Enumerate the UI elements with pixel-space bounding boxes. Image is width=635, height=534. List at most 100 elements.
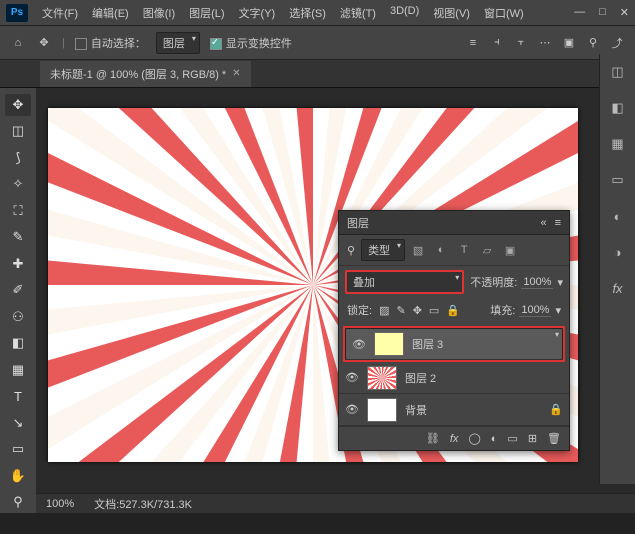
layer-item[interactable]: 👁 图层 3 [345, 328, 563, 360]
visibility-icon[interactable]: 👁 [345, 403, 359, 416]
hand-tool[interactable]: ✋ [5, 465, 31, 487]
close-icon[interactable]: ✕ [232, 68, 240, 79]
layers-panel: 图层 «≡ ⚲ 类型 ▧ ◐ T ▱ ▣ 叠加 不透明度:100%▾ ↘ 锁定:… [338, 210, 570, 451]
fx-icon[interactable]: fx [608, 278, 628, 298]
align-icon[interactable]: ⫟ [513, 35, 529, 51]
gradient-tool[interactable]: ▦ [5, 359, 31, 381]
eraser-tool[interactable]: ◧ [5, 333, 31, 355]
link-icon[interactable]: ⛓ [426, 432, 440, 445]
document-tabs: 未标题-1 @ 100% (图层 3, RGB/8) * ✕ [0, 60, 635, 88]
menu-bar: Ps 文件(F) 编辑(E) 图像(I) 图层(L) 文字(Y) 选择(S) 滤… [0, 0, 635, 26]
properties-icon[interactable]: ◑ [608, 242, 628, 262]
filter-pixel-icon[interactable]: ▧ [411, 244, 425, 257]
lock-paint-icon[interactable]: ✎ [396, 304, 405, 317]
filter-type-icon[interactable]: T [457, 244, 471, 256]
stamp-tool[interactable]: ⚇ [5, 306, 31, 328]
move-tool-icon[interactable]: ✥ [36, 35, 52, 51]
zoom-level[interactable]: 100% [46, 498, 74, 510]
opacity-value[interactable]: 100% [521, 276, 553, 289]
search-icon[interactable]: ⚲ [585, 35, 601, 51]
align-icon[interactable]: ≡ [465, 35, 481, 51]
layers-footer: ⛓ fx ◯ ◐ ▭ ⊞ 🗑 [339, 426, 569, 450]
lasso-tool[interactable]: ⟆ [5, 147, 31, 169]
lock-label: 锁定: [347, 302, 372, 318]
menu-type[interactable]: 文字(Y) [233, 2, 282, 24]
mask-icon[interactable]: ◯ [468, 432, 480, 445]
opacity-label: 不透明度: [470, 274, 517, 290]
3d-icon[interactable]: ▣ [561, 35, 577, 51]
color-icon[interactable]: ◧ [608, 98, 628, 118]
filter-shape-icon[interactable]: ▱ [480, 244, 494, 257]
menu-window[interactable]: 窗口(W) [478, 2, 530, 24]
window-min-icon[interactable]: — [574, 6, 585, 19]
path-tool[interactable]: ↘ [5, 412, 31, 434]
show-transform-toggle[interactable]: 显示变换控件 [210, 35, 292, 51]
delete-icon[interactable]: 🗑 [547, 432, 561, 445]
document-tab[interactable]: 未标题-1 @ 100% (图层 3, RGB/8) * ✕ [40, 61, 251, 87]
layer-thumb [367, 398, 397, 422]
menu-file[interactable]: 文件(F) [36, 2, 84, 24]
heal-tool[interactable]: ✚ [5, 253, 31, 275]
menu-3d[interactable]: 3D(D) [384, 2, 425, 24]
wand-tool[interactable]: ✧ [5, 174, 31, 196]
brush-tool[interactable]: ✐ [5, 280, 31, 302]
window-max-icon[interactable]: □ [599, 6, 606, 19]
zoom-tool[interactable]: ⚲ [5, 492, 31, 514]
lock-artboard-icon[interactable]: ▭ [429, 304, 439, 317]
layer-name[interactable]: 图层 2 [405, 370, 436, 386]
filter-smart-icon[interactable]: ▣ [503, 244, 517, 257]
toolbar: ✥ ◫ ⟆ ✧ ⛶ ✎ ✚ ✐ ⚇ ◧ ▦ T ↘ ▭ ✋ ⚲ [0, 88, 36, 513]
libraries-icon[interactable]: ▭ [608, 170, 628, 190]
align-icon[interactable]: ⫞ [489, 35, 505, 51]
layer-thumb [367, 366, 397, 390]
swatches-icon[interactable]: ▦ [608, 134, 628, 154]
options-bar: ⌂ ✥ | 自动选择： 图层 显示变换控件 ≡ ⫞ ⫟ ⋯ ▣ ⚲ ⤴ [0, 26, 635, 60]
fill-label: 填充: [490, 302, 515, 318]
blend-mode-select[interactable]: 叠加 [345, 270, 464, 294]
layer-name[interactable]: 背景 [405, 402, 427, 418]
more-icon[interactable]: ⋯ [537, 35, 553, 51]
menu-layer[interactable]: 图层(L) [183, 2, 230, 24]
layer-name[interactable]: 图层 3 [412, 336, 443, 352]
panel-collapse-icon[interactable]: « [540, 217, 546, 229]
app-logo: Ps [6, 4, 28, 22]
new-layer-icon[interactable]: ⊞ [528, 432, 537, 445]
panel-menu-icon[interactable]: ≡ [555, 217, 561, 229]
adjustment-icon[interactable]: ◐ [491, 433, 498, 445]
adjustments-icon[interactable]: ◐ [608, 206, 628, 226]
status-bar: 100% 文档:527.3K/731.3K [36, 493, 635, 513]
home-icon[interactable]: ⌂ [10, 35, 26, 51]
layer-item[interactable]: 👁 图层 2 [339, 362, 569, 394]
shape-tool[interactable]: ▭ [5, 439, 31, 461]
type-tool[interactable]: T [5, 386, 31, 408]
share-icon[interactable]: ⤴ [609, 35, 625, 51]
visibility-icon[interactable]: 👁 [352, 338, 366, 351]
window-close-icon[interactable]: ✕ [620, 6, 629, 19]
lock-all-icon[interactable]: 🔒 [446, 304, 460, 317]
eyedropper-tool[interactable]: ✎ [5, 227, 31, 249]
filter-adjust-icon[interactable]: ◐ [434, 244, 448, 256]
group-icon[interactable]: ▭ [507, 432, 517, 445]
panel-title: 图层 [347, 215, 369, 231]
menu-image[interactable]: 图像(I) [137, 2, 181, 24]
fx-icon[interactable]: fx [450, 433, 459, 445]
layer-item[interactable]: 👁 背景 🔒 [339, 394, 569, 426]
crop-tool[interactable]: ⛶ [5, 200, 31, 222]
marquee-tool[interactable]: ◫ [5, 121, 31, 143]
doc-size: 文档:527.3K/731.3K [94, 496, 192, 512]
auto-select-toggle[interactable]: 自动选择： [75, 35, 146, 51]
panel-icon[interactable]: ◫ [608, 62, 628, 82]
lock-trans-icon[interactable]: ▨ [379, 304, 389, 317]
menu-select[interactable]: 选择(S) [283, 2, 332, 24]
filter-type-select[interactable]: 类型 [361, 239, 405, 261]
auto-select-target[interactable]: 图层 [156, 32, 200, 54]
fill-value[interactable]: 100% [519, 304, 551, 317]
search-icon[interactable]: ⚲ [347, 244, 355, 257]
lock-pos-icon[interactable]: ✥ [413, 304, 422, 317]
menu-view[interactable]: 视图(V) [427, 2, 476, 24]
move-tool[interactable]: ✥ [5, 94, 31, 116]
menu-edit[interactable]: 编辑(E) [86, 2, 135, 24]
visibility-icon[interactable]: 👁 [345, 371, 359, 384]
menu-filter[interactable]: 滤镜(T) [334, 2, 382, 24]
layer-thumb [374, 332, 404, 356]
